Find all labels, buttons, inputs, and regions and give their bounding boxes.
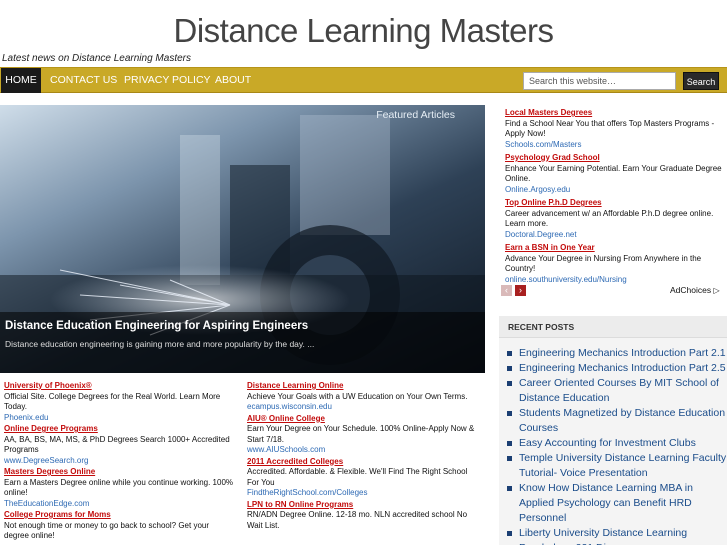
- recent-post-link[interactable]: Liberty University Distance Learning Psy…: [499, 526, 727, 545]
- ad-title[interactable]: Local Masters Degrees: [505, 108, 722, 119]
- ad-unit: Online Degree Programs AA, BA, BS, MA, M…: [4, 424, 236, 466]
- ad-description: Accredited. Affordable. & Flexible. We'l…: [247, 467, 468, 487]
- site-tagline: Latest news on Distance Learning Masters: [2, 53, 191, 64]
- ad-title[interactable]: AIU® Online College: [247, 414, 479, 425]
- ad-block-left-col2: Distance Learning Online Achieve Your Go…: [247, 381, 479, 532]
- ad-title[interactable]: Psychology Grad School: [505, 153, 722, 164]
- recent-posts-list: Engineering Mechanics Introduction Part …: [499, 338, 727, 545]
- ad-block-right: Local Masters Degrees Find a School Near…: [505, 108, 722, 288]
- ad-unit: Earn a BSN in One Year Advance Your Degr…: [505, 243, 722, 285]
- ad-description: Earn Your Degree on Your Schedule. 100% …: [247, 424, 475, 444]
- ad-description: Official Site. College Degrees for the R…: [4, 391, 221, 412]
- ad-title[interactable]: 2011 Accredited Colleges: [247, 457, 479, 468]
- search-input[interactable]: [523, 72, 676, 90]
- adchoices-icon: ▷: [713, 286, 720, 295]
- ad-unit: Masters Degrees Online Earn a Masters De…: [4, 467, 236, 509]
- ad-unit: University of Phoenix® Official Site. Co…: [4, 381, 236, 423]
- ad-description: Enhance Your Earning Potential. Earn You…: [505, 163, 722, 184]
- nav-contact-us[interactable]: CONTACT US: [50, 68, 117, 93]
- ad-url[interactable]: www.DegreeSearch.org: [4, 456, 236, 467]
- featured-caption: Distance Education Engineering for Aspir…: [0, 312, 485, 373]
- ad-description: Advance Your Degree in Nursing From Anyw…: [505, 253, 702, 274]
- ad-unit: Local Masters Degrees Find a School Near…: [505, 108, 722, 150]
- adchoices-link[interactable]: AdChoices ▷: [670, 285, 720, 295]
- featured-article-title[interactable]: Distance Education Engineering for Aspir…: [5, 320, 308, 332]
- recent-post-link[interactable]: Temple University Distance Learning Facu…: [499, 451, 727, 481]
- site-title[interactable]: Distance Learning Masters: [0, 12, 727, 50]
- ad-url[interactable]: ecampus.wisconsin.edu: [247, 402, 479, 413]
- recent-post-link[interactable]: Know How Distance Learning MBA in Applie…: [499, 481, 727, 526]
- ad-title[interactable]: Earn a BSN in One Year: [505, 243, 722, 254]
- nav-home[interactable]: HOME: [1, 68, 41, 93]
- nav-about[interactable]: ABOUT: [215, 68, 251, 93]
- ad-url[interactable]: FindtheRightSchool.com/Colleges: [247, 488, 479, 499]
- ad-title[interactable]: Online Degree Programs: [4, 424, 236, 435]
- ad-description: Career advancement w/ an Affordable P.h.…: [505, 208, 714, 229]
- ad-block-left-col1: University of Phoenix® Official Site. Co…: [4, 381, 236, 543]
- ad-prev-button[interactable]: ‹: [501, 285, 512, 296]
- featured-article-slider[interactable]: Featured Articles Distance Education Eng…: [0, 105, 485, 373]
- recent-posts-widget: RECENT POSTS Engineering Mechanics Intro…: [499, 316, 727, 545]
- recent-post-link[interactable]: Engineering Mechanics Introduction Part …: [499, 346, 727, 361]
- ad-title[interactable]: Masters Degrees Online: [4, 467, 236, 478]
- ad-unit: 2011 Accredited Colleges Accredited. Aff…: [247, 457, 479, 499]
- ad-unit: College Programs for Moms Not enough tim…: [4, 510, 236, 542]
- main-navigation: HOME CONTACT US PRIVACY POLICY ABOUT Sea…: [0, 67, 727, 93]
- ad-title[interactable]: Top Online P.h.D Degrees: [505, 198, 722, 209]
- ad-unit: AIU® Online College Earn Your Degree on …: [247, 414, 479, 456]
- ad-url[interactable]: www.AIUSchools.com: [247, 445, 479, 456]
- ad-url[interactable]: TheEducationEdge.com: [4, 499, 236, 510]
- ad-url[interactable]: Doctoral.Degree.net: [505, 230, 722, 241]
- ad-description: Find a School Near You that offers Top M…: [505, 118, 715, 139]
- ad-title[interactable]: Distance Learning Online: [247, 381, 479, 392]
- recent-post-link[interactable]: Easy Accounting for Investment Clubs: [499, 436, 727, 451]
- recent-post-link[interactable]: Career Oriented Courses By MIT School of…: [499, 376, 727, 406]
- ad-url[interactable]: Phoenix.edu: [4, 413, 236, 424]
- ad-url[interactable]: Online.Argosy.edu: [505, 185, 722, 196]
- adchoices-label: AdChoices: [670, 285, 712, 295]
- nav-privacy-policy[interactable]: PRIVACY POLICY: [124, 68, 211, 93]
- search-button[interactable]: Search: [683, 72, 719, 90]
- ad-unit: Psychology Grad School Enhance Your Earn…: [505, 153, 722, 195]
- ad-title[interactable]: University of Phoenix®: [4, 381, 236, 392]
- ad-url[interactable]: online.southuniversity.edu/Nursing: [505, 275, 722, 286]
- recent-post-link[interactable]: Students Magnetized by Distance Educatio…: [499, 406, 727, 436]
- ad-title[interactable]: College Programs for Moms: [4, 510, 236, 521]
- ad-unit: LPN to RN Online Programs RN/ADN Degree …: [247, 500, 479, 532]
- ad-url[interactable]: Schools.com/Masters: [505, 140, 722, 151]
- ad-next-button[interactable]: ›: [515, 285, 526, 296]
- recent-posts-heading: RECENT POSTS: [499, 316, 727, 338]
- recent-post-link[interactable]: Engineering Mechanics Introduction Part …: [499, 361, 727, 376]
- ad-description: AA, BA, BS, MA, MS, & PhD Degrees Search…: [4, 434, 230, 455]
- ad-unit: Distance Learning Online Achieve Your Go…: [247, 381, 479, 413]
- ad-description: Earn a Masters Degree online while you c…: [4, 477, 234, 498]
- ad-description: Not enough time or money to go back to s…: [4, 520, 210, 541]
- ad-title[interactable]: LPN to RN Online Programs: [247, 500, 479, 511]
- ad-description: RN/ADN Degree Online. 12-18 mo. NLN accr…: [247, 510, 468, 530]
- ad-description: Achieve Your Goals with a UW Education o…: [247, 391, 468, 401]
- featured-articles-label: Featured Articles: [376, 109, 455, 121]
- featured-article-excerpt: Distance education engineering is gainin…: [5, 339, 315, 349]
- ad-unit: Top Online P.h.D Degrees Career advancem…: [505, 198, 722, 240]
